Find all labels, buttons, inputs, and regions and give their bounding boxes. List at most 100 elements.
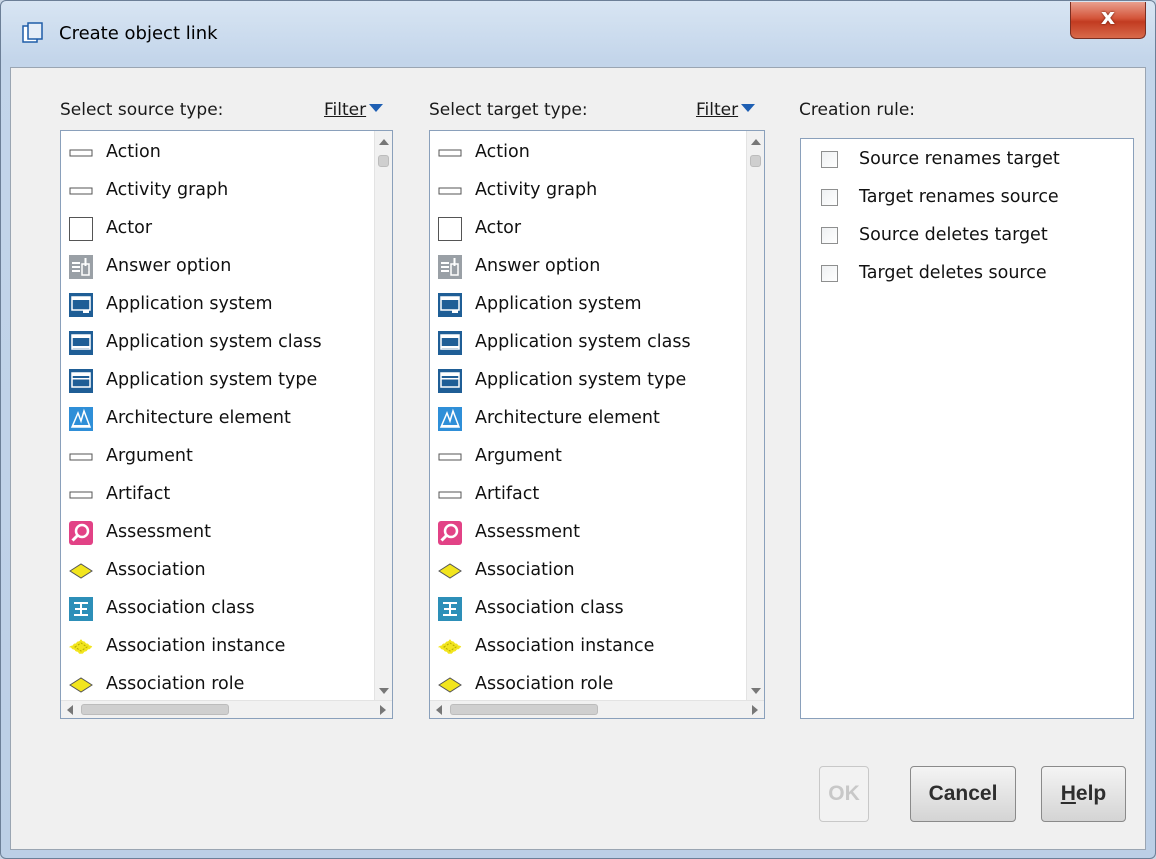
scroll-thumb[interactable] <box>378 155 389 167</box>
rect-outline-icon <box>438 445 462 469</box>
vertical-scrollbar[interactable] <box>374 131 392 702</box>
list-item-label: Application system <box>475 294 642 314</box>
creation-rule-label: Source deletes target <box>859 225 1048 245</box>
list-item-label: Architecture element <box>106 408 291 428</box>
checkbox[interactable] <box>821 227 838 244</box>
application-system-icon <box>438 293 462 317</box>
rect-outline-icon <box>69 141 93 165</box>
scroll-right-icon[interactable] <box>752 705 758 715</box>
creation-rule-box: Source renames target Target renames sour… <box>800 138 1134 719</box>
rect-outline-icon <box>69 179 93 203</box>
association-diamond-icon <box>69 559 93 583</box>
list-item-label: Answer option <box>106 256 232 276</box>
scroll-thumb[interactable] <box>750 155 761 167</box>
checkbox[interactable] <box>821 189 838 206</box>
association-diamond-icon <box>438 559 462 583</box>
target-type-list[interactable]: Action Activity graph Actor Answer option Ap… <box>429 130 765 719</box>
application-system-type-icon <box>69 369 93 393</box>
association-class-icon <box>69 597 93 621</box>
creation-rule-label: Target renames source <box>859 187 1059 207</box>
list-item-label: Assessment <box>475 522 580 542</box>
scroll-down-icon[interactable] <box>751 688 761 694</box>
architecture-element-icon <box>438 407 462 431</box>
association-diamond-icon <box>69 673 93 697</box>
list-item-label: Application system class <box>475 332 691 352</box>
window-title: Create object link <box>59 23 218 44</box>
help-mnemonic: H <box>1060 782 1076 805</box>
list-item-label: Application system <box>106 294 273 314</box>
list-item-label: Action <box>106 142 161 162</box>
list-item-label: Actor <box>475 218 522 238</box>
list-item-label: Activity graph <box>475 180 598 200</box>
source-type-label: Select source type: <box>60 100 224 120</box>
list-item-label: Action <box>475 142 530 162</box>
creation-rule-label: Target deletes source <box>859 263 1047 283</box>
list-item-label: Association <box>475 560 575 580</box>
scroll-thumb[interactable] <box>81 704 229 715</box>
close-button[interactable]: x <box>1070 2 1146 39</box>
target-filter-label: Filter <box>696 100 739 120</box>
help-label-rest: elp <box>1075 782 1107 805</box>
list-item-label: Artifact <box>475 484 540 504</box>
list-item-label: Association <box>106 560 206 580</box>
rect-outline-icon <box>69 483 93 507</box>
scroll-thumb[interactable] <box>450 704 598 715</box>
help-button[interactable]: Help <box>1041 766 1126 822</box>
list-item-label: Argument <box>475 446 562 466</box>
rect-outline-icon <box>438 179 462 203</box>
square-outline-icon <box>69 217 93 241</box>
creation-rule-label: Creation rule: <box>799 100 916 120</box>
list-item-label: Association instance <box>475 636 655 656</box>
chevron-down-icon <box>741 104 756 112</box>
list-item-label: Association class <box>475 598 624 618</box>
list-item-label: Argument <box>106 446 193 466</box>
scroll-right-icon[interactable] <box>380 705 386 715</box>
list-item-label: Application system type <box>106 370 318 390</box>
list-item-label: Application system class <box>106 332 322 352</box>
title-bar: Create object link x <box>1 1 1155 67</box>
source-filter-label: Filter <box>324 100 367 120</box>
list-item-label: Assessment <box>106 522 211 542</box>
dialog-body: Select source type: Filter Action Activit… <box>10 67 1146 850</box>
scroll-down-icon[interactable] <box>379 688 389 694</box>
answer-option-icon <box>438 255 462 279</box>
association-instance-icon <box>69 635 93 659</box>
rect-outline-icon <box>438 141 462 165</box>
scroll-up-icon[interactable] <box>379 139 389 145</box>
window-icon <box>22 22 43 43</box>
source-filter-button[interactable]: Filter <box>324 100 384 120</box>
scroll-left-icon[interactable] <box>436 705 442 715</box>
assessment-icon <box>69 521 93 545</box>
scroll-up-icon[interactable] <box>751 139 761 145</box>
target-filter-button[interactable]: Filter <box>696 100 756 120</box>
list-item-label: Actor <box>106 218 153 238</box>
creation-rule-label: Source renames target <box>859 149 1060 169</box>
list-item-label: Artifact <box>106 484 171 504</box>
list-item-label: Answer option <box>475 256 601 276</box>
cancel-button[interactable]: Cancel <box>910 766 1016 822</box>
chevron-down-icon <box>369 104 384 112</box>
vertical-scrollbar[interactable] <box>746 131 764 702</box>
association-instance-icon <box>438 635 462 659</box>
checkbox[interactable] <box>821 265 838 282</box>
list-item-label: Association role <box>475 674 614 694</box>
rect-outline-icon <box>438 483 462 507</box>
application-system-type-icon <box>438 369 462 393</box>
list-item-label: Association instance <box>106 636 286 656</box>
create-object-link-dialog: Create object link x Select source type:… <box>0 0 1156 859</box>
rect-outline-icon <box>69 445 93 469</box>
answer-option-icon <box>69 255 93 279</box>
list-item-label: Architecture element <box>475 408 660 428</box>
scroll-left-icon[interactable] <box>67 705 73 715</box>
list-item-label: Association class <box>106 598 255 618</box>
horizontal-scrollbar[interactable] <box>61 700 392 718</box>
list-item-label: Association role <box>106 674 245 694</box>
square-outline-icon <box>438 217 462 241</box>
association-class-icon <box>438 597 462 621</box>
source-type-list[interactable]: Action Activity graph Actor Answer option Ap… <box>60 130 393 719</box>
horizontal-scrollbar[interactable] <box>430 700 764 718</box>
architecture-element-icon <box>69 407 93 431</box>
checkbox[interactable] <box>821 151 838 168</box>
application-system-class-icon <box>69 331 93 355</box>
ok-button[interactable]: OK <box>819 766 869 822</box>
